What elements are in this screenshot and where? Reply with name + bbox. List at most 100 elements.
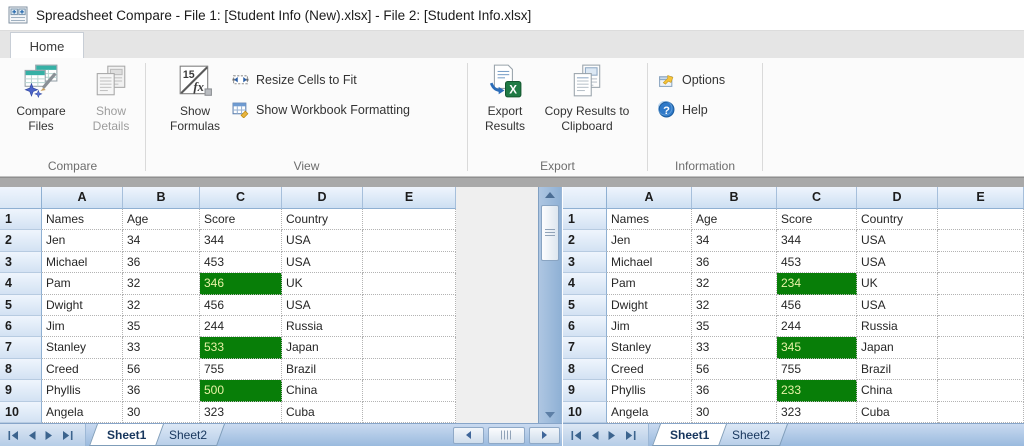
grid-cell-file1-A9[interactable]: Phyllis	[42, 380, 123, 401]
grid-cell-file2-D4[interactable]: UK	[857, 273, 938, 294]
grid-cell-file2-A2[interactable]: Jen	[607, 230, 692, 251]
diff-cell-file2-C4[interactable]: 234	[777, 273, 857, 294]
file1-vertical-scrollbar[interactable]	[538, 187, 562, 423]
grid-cell-file1-D5[interactable]: USA	[282, 295, 363, 316]
grid-cell-file1-E3[interactable]	[363, 252, 456, 273]
grid-cell-file2-C6[interactable]: 244	[777, 316, 857, 337]
grid-cell-file2-B7[interactable]: 33	[692, 337, 777, 358]
grid-cell-file2-E8[interactable]	[938, 359, 1024, 380]
grid-cell-file2-E2[interactable]	[938, 230, 1024, 251]
grid-cell-file1-C10[interactable]: 323	[200, 402, 282, 423]
scroll-right-button[interactable]	[529, 427, 560, 444]
last-sheet-button[interactable]	[62, 431, 73, 440]
grid-cell-file1-E4[interactable]	[363, 273, 456, 294]
grid-cell-file2-D1[interactable]: Country	[857, 209, 938, 230]
grid-cell-file1-C3[interactable]: 453	[200, 252, 282, 273]
show-formulas-button[interactable]: 15 fx Show Formulas	[160, 63, 230, 134]
row-header-10[interactable]: 10	[0, 402, 42, 423]
next-sheet-button[interactable]	[45, 431, 53, 440]
grid-cell-file2-E10[interactable]	[938, 402, 1024, 423]
column-header-D[interactable]: D	[857, 187, 938, 209]
grid-cell-file2-D5[interactable]: USA	[857, 295, 938, 316]
copy-results-button[interactable]: Copy Results to Clipboard	[534, 63, 640, 134]
row-header-8[interactable]: 8	[563, 359, 607, 380]
grid-cell-file2-E4[interactable]	[938, 273, 1024, 294]
grid-cell-file1-E2[interactable]	[363, 230, 456, 251]
diff-cell-file2-C9[interactable]: 233	[777, 380, 857, 401]
options-button[interactable]: Options	[658, 67, 725, 92]
row-header-9[interactable]: 9	[563, 380, 607, 401]
row-header-6[interactable]: 6	[563, 316, 607, 337]
grid-cell-file1-D6[interactable]: Russia	[282, 316, 363, 337]
vertical-scroll-thumb[interactable]	[541, 205, 559, 261]
select-all-corner[interactable]	[0, 187, 42, 209]
grid-cell-file2-B5[interactable]: 32	[692, 295, 777, 316]
grid-cell-file2-B3[interactable]: 36	[692, 252, 777, 273]
grid-cell-file1-B4[interactable]: 32	[123, 273, 200, 294]
grid-cell-file1-D3[interactable]: USA	[282, 252, 363, 273]
grid-cell-file2-B9[interactable]: 36	[692, 380, 777, 401]
row-header-5[interactable]: 5	[563, 295, 607, 316]
grid-cell-file1-A2[interactable]: Jen	[42, 230, 123, 251]
diff-cell-file2-C7[interactable]: 345	[777, 337, 857, 358]
column-header-B[interactable]: B	[123, 187, 200, 209]
previous-sheet-button[interactable]	[28, 431, 36, 440]
first-sheet-button[interactable]	[8, 431, 19, 440]
grid-cell-file2-C2[interactable]: 344	[777, 230, 857, 251]
show-details-button[interactable]: Show Details	[82, 63, 140, 134]
column-header-B[interactable]: B	[692, 187, 777, 209]
grid-cell-file1-B10[interactable]: 30	[123, 402, 200, 423]
grid-cell-file2-D6[interactable]: Russia	[857, 316, 938, 337]
row-header-6[interactable]: 6	[0, 316, 42, 337]
row-header-2[interactable]: 2	[0, 230, 42, 251]
resize-cells-button[interactable]: Resize Cells to Fit	[232, 67, 410, 92]
grid-cell-file1-E9[interactable]	[363, 380, 456, 401]
grid-cell-file1-B8[interactable]: 56	[123, 359, 200, 380]
grid-cell-file1-C1[interactable]: Score	[200, 209, 282, 230]
grid-cell-file1-A4[interactable]: Pam	[42, 273, 123, 294]
grid-cell-file1-C5[interactable]: 456	[200, 295, 282, 316]
compare-files-button[interactable]: Compare Files	[8, 63, 74, 134]
grid-cell-file2-E9[interactable]	[938, 380, 1024, 401]
diff-cell-file1-C9[interactable]: 500	[200, 380, 282, 401]
grid-cell-file1-D7[interactable]: Japan	[282, 337, 363, 358]
grid-cell-file2-C10[interactable]: 323	[777, 402, 857, 423]
sheet-tab-sheet1[interactable]: Sheet1	[652, 424, 727, 446]
grid-cell-file2-D7[interactable]: Japan	[857, 337, 938, 358]
column-header-A[interactable]: A	[607, 187, 692, 209]
first-sheet-button[interactable]	[571, 431, 582, 440]
row-header-3[interactable]: 3	[0, 252, 42, 273]
grid-cell-file1-A1[interactable]: Names	[42, 209, 123, 230]
column-header-D[interactable]: D	[282, 187, 363, 209]
export-results-button[interactable]: X Export Results	[476, 63, 534, 134]
show-workbook-formatting-button[interactable]: Show Workbook Formatting	[232, 97, 410, 122]
grid-cell-file2-B8[interactable]: 56	[692, 359, 777, 380]
grid-cell-file1-B3[interactable]: 36	[123, 252, 200, 273]
grid-cell-file1-D10[interactable]: Cuba	[282, 402, 363, 423]
diff-cell-file1-C4[interactable]: 346	[200, 273, 282, 294]
grid-cell-file1-B2[interactable]: 34	[123, 230, 200, 251]
scroll-down-button[interactable]	[539, 407, 561, 423]
grid-cell-file2-A10[interactable]: Angela	[607, 402, 692, 423]
grid-cell-file1-A8[interactable]: Creed	[42, 359, 123, 380]
grid-cell-file1-E7[interactable]	[363, 337, 456, 358]
grid-cell-file1-E5[interactable]	[363, 295, 456, 316]
grid-cell-file1-E8[interactable]	[363, 359, 456, 380]
grid-cell-file2-B4[interactable]: 32	[692, 273, 777, 294]
column-header-E[interactable]: E	[363, 187, 456, 209]
help-button[interactable]: ? Help	[658, 97, 725, 122]
grid-cell-file1-A6[interactable]: Jim	[42, 316, 123, 337]
horizontal-scroll-thumb[interactable]	[488, 427, 525, 444]
grid-cell-file1-E1[interactable]	[363, 209, 456, 230]
previous-sheet-button[interactable]	[591, 431, 599, 440]
row-header-9[interactable]: 9	[0, 380, 42, 401]
grid-cell-file1-D1[interactable]: Country	[282, 209, 363, 230]
grid-cell-file1-E6[interactable]	[363, 316, 456, 337]
grid-cell-file1-A10[interactable]: Angela	[42, 402, 123, 423]
last-sheet-button[interactable]	[625, 431, 636, 440]
grid-cell-file1-A5[interactable]: Dwight	[42, 295, 123, 316]
column-header-C[interactable]: C	[200, 187, 282, 209]
grid-cell-file1-C8[interactable]: 755	[200, 359, 282, 380]
row-header-8[interactable]: 8	[0, 359, 42, 380]
row-header-4[interactable]: 4	[563, 273, 607, 294]
